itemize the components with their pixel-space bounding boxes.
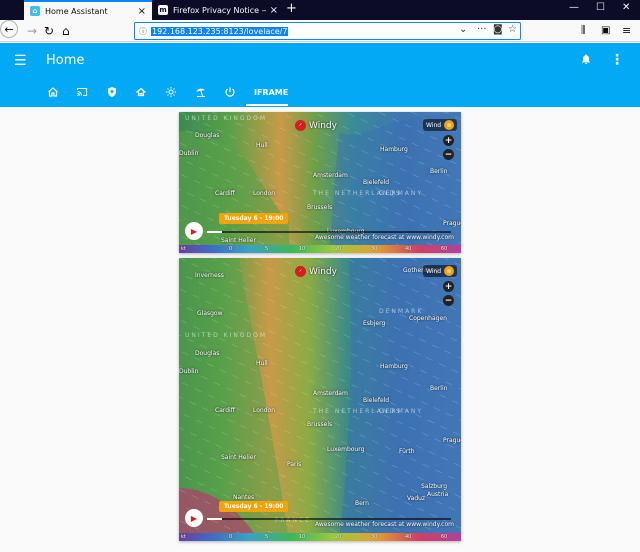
pocket-icon[interactable]: ◙: [493, 24, 503, 35]
time-badge: Tuesday 6 - 19:00: [219, 501, 289, 512]
home-browser-icon[interactable]: ⌂: [62, 22, 70, 40]
minimize-window-icon[interactable]: —: [569, 2, 579, 13]
tab-title: Home Assistant: [45, 6, 108, 16]
wind-layer-icon: ≋: [444, 266, 455, 276]
browser-tab-bar: ⌂ Home Assistant × m Firefox Privacy Not…: [0, 0, 640, 20]
scale-tick: 30: [371, 534, 378, 540]
timeline-bar[interactable]: [207, 518, 451, 520]
overflow-menu-icon[interactable]: ⋮: [610, 52, 624, 68]
dropdown-icon[interactable]: ⌄: [459, 24, 467, 35]
scale-tick: kt: [181, 246, 186, 252]
view-tab-home[interactable]: [44, 86, 62, 101]
library-icon[interactable]: ⫼: [581, 22, 586, 40]
zoom-in-button[interactable]: +: [443, 135, 454, 146]
mozilla-favicon-icon: m: [158, 5, 168, 15]
scale-tick: kt: [181, 534, 186, 540]
sidebar-menu-icon[interactable]: ☰: [14, 53, 27, 69]
url-bar[interactable]: ⓘ 192.168.123.235:8123/lovelace/7 ⌄ ··· …: [134, 22, 521, 40]
timeline-progress: [207, 518, 222, 520]
play-button[interactable]: ▶: [185, 222, 203, 240]
active-tab-indicator: [246, 104, 288, 106]
notifications-bell-icon[interactable]: [580, 53, 592, 68]
view-tab-cast[interactable]: [73, 86, 91, 101]
scale-tick: 30: [371, 246, 378, 252]
reload-icon[interactable]: ↻: [44, 22, 54, 40]
wind-speed-scale: kt 0 5 10 20 30 40 60: [179, 533, 461, 541]
page-title: Home: [46, 53, 85, 68]
cast-icon: [76, 87, 88, 97]
layer-name: Wind: [426, 267, 442, 275]
windy-iframe-card-1[interactable]: UNITED KINGDOM THE NETHERLANDS GERMANY D…: [179, 112, 461, 253]
sun-icon: [166, 87, 176, 97]
windy-logo-icon: ᐟ: [295, 266, 306, 277]
zoom-out-button[interactable]: −: [443, 149, 454, 160]
url-text[interactable]: 192.168.123.235:8123/lovelace/7: [151, 26, 289, 36]
close-window-icon[interactable]: ✕: [622, 2, 630, 13]
back-icon[interactable]: ←: [0, 20, 18, 38]
browser-tab-home-assistant[interactable]: ⌂ Home Assistant ×: [24, 0, 152, 20]
scale-tick: 60: [441, 246, 448, 252]
forward-icon[interactable]: →: [27, 22, 37, 40]
play-button[interactable]: ▶: [185, 509, 203, 527]
zoom-in-button[interactable]: +: [443, 281, 454, 292]
maximize-window-icon[interactable]: ☐: [596, 2, 605, 13]
view-tab-iframe[interactable]: IFRAME: [254, 88, 288, 97]
scale-tick: 60: [441, 534, 448, 540]
layer-name: Wind: [426, 121, 442, 129]
scale-tick: 10: [299, 246, 306, 252]
bookmark-star-icon[interactable]: ☆: [508, 24, 517, 35]
close-tab-icon[interactable]: ×: [270, 5, 278, 16]
home-icon: [48, 87, 58, 97]
windy-iframe-card-2[interactable]: UNITED KINGDOM DENMARK THE NETHERLANDS G…: [179, 258, 461, 541]
view-tab-sun[interactable]: [162, 86, 180, 101]
scale-tick: 0: [229, 534, 233, 540]
timeline-progress: [207, 231, 222, 233]
page-actions-icon[interactable]: ···: [477, 24, 487, 35]
windy-footer[interactable]: Awesome weather forecast at www.windy.co…: [315, 234, 454, 241]
tab-title: Firefox Privacy Notice — Mozil: [173, 5, 266, 15]
view-tab-security[interactable]: [103, 86, 121, 101]
timeline-bar[interactable]: [207, 231, 451, 233]
wind-layer-icon: ≋: [444, 120, 455, 130]
zoom-out-button[interactable]: −: [443, 295, 454, 306]
power-icon: [225, 87, 235, 97]
home-assistant-favicon-icon: ⌂: [30, 6, 40, 16]
close-tab-icon[interactable]: ×: [138, 6, 146, 17]
new-tab-icon[interactable]: +: [286, 1, 297, 16]
view-tab-beach[interactable]: [192, 86, 210, 101]
shield-icon: [108, 87, 116, 97]
scale-tick: 5: [265, 534, 269, 540]
ha-header: ☰ Home ⋮ IFRAME: [0, 43, 640, 107]
scale-tick: 5: [265, 246, 269, 252]
scale-tick: 40: [405, 534, 412, 540]
scale-tick: 20: [335, 246, 342, 252]
windy-brand[interactable]: ᐟ Windy: [295, 120, 337, 131]
scale-tick: 0: [229, 246, 233, 252]
view-tab-power[interactable]: [221, 86, 239, 101]
windy-brand-name: Windy: [309, 266, 337, 277]
browser-nav-bar: ← → ↻ ⌂ ⓘ 192.168.123.235:8123/lovelace/…: [0, 20, 640, 42]
windy-logo-icon: ᐟ: [295, 120, 306, 131]
layer-selector[interactable]: Wind ≋: [423, 265, 458, 277]
windy-brand[interactable]: ᐟ Windy: [295, 266, 337, 277]
scale-tick: 10: [299, 534, 306, 540]
windy-footer[interactable]: Awesome weather forecast at www.windy.co…: [315, 521, 454, 528]
scale-tick: 20: [335, 534, 342, 540]
browser-tab-privacy-notice[interactable]: m Firefox Privacy Notice — Mozil ×: [152, 0, 284, 20]
site-info-icon[interactable]: ⓘ: [135, 26, 151, 37]
beach-icon: [196, 88, 205, 97]
sidebar-icon[interactable]: ▣: [601, 22, 610, 40]
layer-selector[interactable]: Wind ≋: [423, 119, 458, 131]
hamburger-menu-icon[interactable]: ≡: [622, 22, 631, 40]
time-badge: Tuesday 6 - 19:00: [219, 213, 289, 224]
house-icon: [136, 87, 146, 97]
scale-tick: 40: [405, 246, 412, 252]
windy-brand-name: Windy: [309, 120, 337, 131]
wind-speed-scale: kt 0 5 10 20 30 40 60: [179, 245, 461, 253]
view-tab-house[interactable]: [132, 86, 150, 101]
